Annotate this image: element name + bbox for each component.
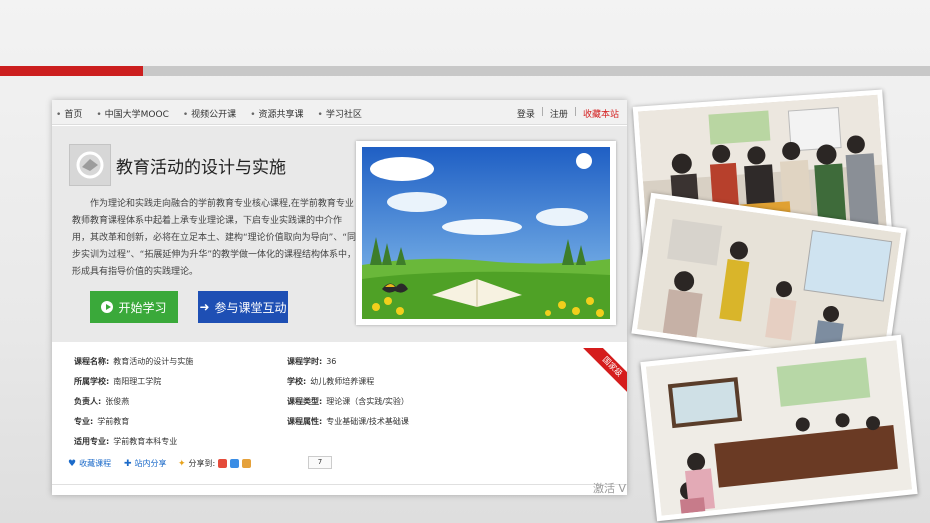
top-red-accent-bar (0, 66, 143, 76)
detail-label: 课程属性: (287, 417, 323, 426)
collect-course-link[interactable]: ♥ 收藏课程 (68, 458, 111, 469)
detail-label: 课程名称: (74, 357, 110, 366)
detail-label: 适用专业: (74, 437, 110, 446)
detail-value: 张俊燕 (105, 397, 130, 406)
detail-value: 专业基础课/技术基础课 (326, 417, 409, 426)
share-to: ✦ 分享到: (178, 458, 252, 469)
detail-label: 专业: (74, 417, 94, 426)
nav-item-mooc[interactable]: 中国大学MOOC (96, 107, 169, 120)
qzone-icon[interactable] (230, 459, 240, 468)
detail-label: 课程类型: (287, 397, 323, 406)
detail-school: 所属学校: 南阳理工学院 (74, 376, 161, 387)
detail-attribute: 课程属性: 专业基础课/技术基础课 (287, 416, 409, 427)
nav-item-open-video[interactable]: 视频公开课 (183, 107, 236, 120)
detail-value: 学前教育本科专业 (113, 437, 178, 446)
national-level-ribbon: 国家级 (582, 348, 627, 393)
detail-value: 幼儿教师培养课程 (310, 377, 375, 386)
detail-value: 南阳理工学院 (113, 377, 162, 386)
detail-label: 课程学时: (287, 357, 323, 366)
detail-type: 课程类型: 理论课（含实践/实验） (287, 396, 409, 407)
weibo-icon[interactable] (218, 459, 228, 468)
detail-leader: 负责人: 张俊燕 (74, 396, 129, 407)
detail-applicable: 适用专业: 学前教育本科专业 (74, 436, 177, 447)
detail-value: 理论课（含实践/实验） (326, 397, 409, 406)
detail-college: 学校: 幼儿教师培养课程 (287, 376, 374, 387)
nav-item-community[interactable]: 学习社区 (318, 107, 362, 120)
photo-collage (630, 89, 930, 523)
card-divider (52, 484, 627, 485)
course-cover-image (356, 141, 616, 325)
detail-hours: 课程学时: 36 (287, 356, 336, 367)
share-to-label: 分享到: (188, 459, 216, 468)
course-logo-icon (69, 144, 111, 186)
detail-value: 教育活动的设计与实施 (113, 357, 194, 366)
register-link[interactable]: 注册 (550, 107, 568, 120)
join-classroom-button[interactable]: ➜ 参与课堂互动 (198, 291, 288, 323)
photo-meeting-room (640, 334, 918, 522)
detail-label: 所属学校: (74, 377, 110, 386)
site-share-link[interactable]: ✚ 站内分享 (124, 458, 167, 469)
join-classroom-label: 参与课堂互动 (214, 300, 287, 315)
detail-value: 36 (326, 357, 337, 366)
start-learning-label: 开始学习 (118, 300, 167, 315)
share-star-icon: ✦ (178, 458, 186, 469)
activation-watermark: 激活 V (593, 482, 627, 495)
nav-separator: | (573, 107, 577, 117)
nav-item-home[interactable]: 首页 (56, 107, 82, 120)
arrow-right-icon: ➜ (199, 300, 210, 314)
detail-value: 学前教育 (97, 417, 130, 426)
detail-label: 负责人: (74, 397, 102, 406)
detail-label: 学校: (287, 377, 307, 386)
course-card: 首页 中国大学MOOC 视频公开课 资源共享课 学习社区 登录 | 注册 | 收… (52, 100, 627, 495)
nav-item-resource-sharing[interactable]: 资源共享课 (250, 107, 304, 120)
play-icon (101, 301, 114, 313)
start-learning-button[interactable]: 开始学习 (90, 291, 178, 323)
top-nav: 首页 中国大学MOOC 视频公开课 资源共享课 学习社区 登录 | 注册 | 收… (52, 100, 627, 125)
detail-name: 课程名称: 教育活动的设计与实施 (74, 356, 193, 367)
heart-icon: ♥ (68, 458, 77, 469)
puzzle-icon: ✚ (124, 458, 132, 469)
favorite-site-link[interactable]: 收藏本站 (583, 107, 619, 120)
course-title: 教育活动的设计与实施 (116, 158, 286, 178)
share-count: 7 (308, 456, 332, 469)
ribbon-label: 国家级 (582, 348, 627, 393)
course-description: 作为理论和实践走向融合的学前教育专业核心课程,在学前教育专业教师教育课程体系中起… (72, 199, 356, 277)
renren-icon[interactable] (242, 459, 252, 468)
nav-separator: | (540, 107, 544, 117)
detail-major: 专业: 学前教育 (74, 416, 129, 427)
login-link[interactable]: 登录 (517, 107, 535, 120)
course-hero: 教育活动的设计与实施 作为理论和实践走向融合的学前教育专业核心课程,在学前教育专… (52, 126, 627, 342)
site-share-label: 站内分享 (134, 459, 167, 468)
collect-course-label: 收藏课程 (79, 459, 112, 468)
